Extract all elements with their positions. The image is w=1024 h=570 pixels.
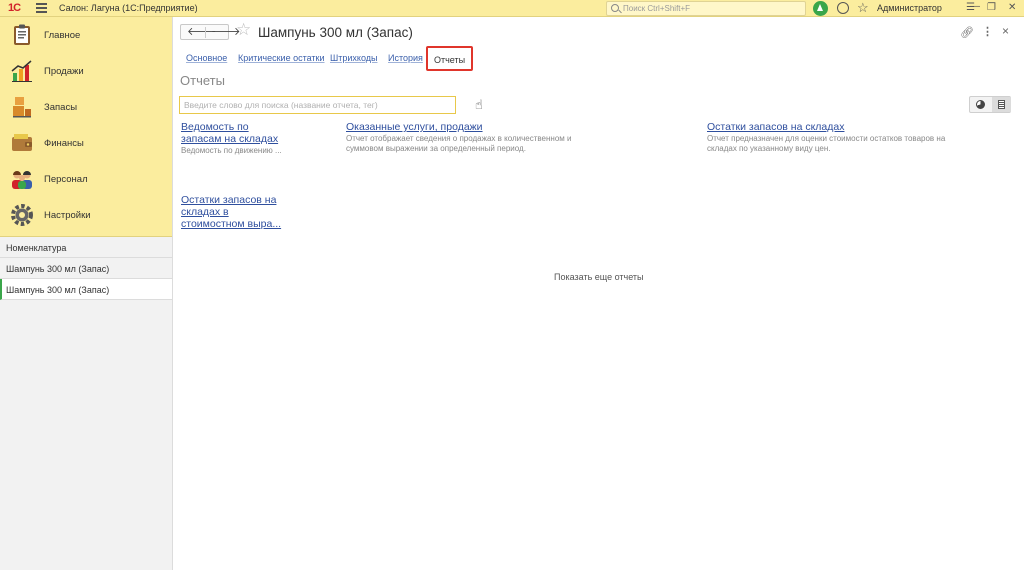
sidebar: Главное Продажи Запасы Финансы Персонал …: [0, 17, 173, 570]
nav-label: Настройки: [44, 210, 91, 221]
nav-label: Запасы: [44, 102, 78, 113]
mouse-cursor-icon: ☝︎: [475, 97, 483, 112]
tab-critical-stock[interactable]: Критические остатки: [238, 53, 325, 63]
global-search-input[interactable]: Поиск Ctrl+Shift+F: [606, 1, 806, 16]
report-description: Ведомость по движению ...: [181, 146, 282, 155]
global-search-placeholder: Поиск Ctrl+Shift+F: [623, 4, 691, 13]
tab-reports[interactable]: Отчеты: [426, 46, 473, 71]
report-item: Остатки запасов на складах Отчет предназ…: [707, 121, 962, 154]
clipboard-icon: [14, 24, 30, 45]
report-link[interactable]: Остатки запасов на складах: [707, 121, 962, 133]
main-content: 🡐 🡒 ☆ Шампунь 300 мл (Запас) 🔗︎ ⋮ × Осно…: [174, 17, 1024, 570]
notifications-icon[interactable]: [813, 1, 828, 16]
gear-icon: [11, 204, 33, 226]
report-link[interactable]: Оказанные услуги, продажи: [346, 121, 591, 133]
nav-label: Главное: [44, 30, 81, 41]
chart-view-icon[interactable]: [976, 100, 985, 109]
open-window-item-active[interactable]: Шампунь 300 мл (Запас): [0, 279, 172, 300]
search-icon: [611, 4, 619, 12]
app-logo[interactable]: 1С: [8, 2, 30, 14]
nav-item-finance[interactable]: Финансы: [0, 125, 172, 161]
tab-main[interactable]: Основное: [186, 53, 227, 63]
people-icon: [12, 171, 32, 189]
report-item: Оказанные услуги, продажи Отчет отобража…: [346, 121, 591, 154]
report-link[interactable]: Ведомость по запасам на складах: [181, 121, 291, 145]
box-icon: [13, 97, 31, 118]
history-icon[interactable]: [837, 2, 849, 14]
close-window-button[interactable]: ✕: [1008, 2, 1016, 14]
report-search-input[interactable]: Введите слово для поиска (название отчет…: [179, 96, 456, 114]
show-more-reports-link[interactable]: Показать еще отчеты: [554, 272, 644, 282]
nav-label: Персонал: [44, 174, 88, 185]
report-link[interactable]: Остатки запасов на складах в стоимостном…: [181, 194, 291, 230]
tab-reports-label: Отчеты: [434, 55, 466, 65]
close-form-icon[interactable]: ×: [1002, 24, 1009, 38]
app-title: Салон: Лагуна (1С:Предприятие): [59, 3, 198, 13]
page-title: Шампунь 300 мл (Запас): [258, 25, 413, 40]
report-description: Отчет предназначен для оценки стоимости …: [707, 134, 946, 153]
report-description: Отчет отображает сведения о продажах в к…: [346, 134, 572, 153]
nav-label: Продажи: [44, 66, 84, 77]
user-name[interactable]: Администратор: [877, 3, 942, 13]
link-icon[interactable]: 🔗︎: [960, 26, 974, 39]
more-actions-icon[interactable]: ⋮: [982, 25, 993, 38]
tab-history[interactable]: История: [388, 53, 423, 63]
list-view-icon[interactable]: [998, 100, 1005, 109]
nav-item-main[interactable]: Главное: [0, 17, 172, 53]
maximize-button[interactable]: ❐: [987, 2, 996, 14]
favorites-star-icon[interactable]: ☆: [857, 1, 870, 14]
nav-label: Финансы: [44, 138, 84, 149]
nav-item-settings[interactable]: Настройки: [0, 197, 172, 233]
chart-icon: [11, 60, 32, 82]
hamburger-icon[interactable]: [36, 3, 47, 13]
add-to-favorites-star-icon[interactable]: ☆: [236, 21, 251, 39]
report-item: Ведомость по запасам на складах Ведомост…: [181, 121, 291, 156]
history-nav: 🡐 🡒: [180, 24, 241, 40]
section-nav: Главное Продажи Запасы Финансы Персонал …: [0, 17, 172, 237]
nav-item-stock[interactable]: Запасы: [0, 89, 172, 125]
minimize-button[interactable]: —: [970, 1, 980, 13]
open-window-item[interactable]: Номенклатура: [0, 237, 172, 258]
report-item: Остатки запасов на складах в стоимостном…: [181, 194, 291, 230]
nav-item-personnel[interactable]: Персонал: [0, 161, 172, 197]
top-bar: 1С Салон: Лагуна (1С:Предприятие) Поиск …: [0, 0, 1024, 17]
open-window-item[interactable]: Шампунь 300 мл (Запас): [0, 258, 172, 279]
tab-barcodes[interactable]: Штрихкоды: [330, 53, 377, 63]
section-title: Отчеты: [180, 73, 225, 88]
wallet-icon: [12, 134, 32, 151]
nav-item-sales[interactable]: Продажи: [0, 53, 172, 89]
view-switch[interactable]: [969, 96, 1011, 113]
report-search-placeholder: Введите слово для поиска (название отчет…: [184, 100, 378, 110]
